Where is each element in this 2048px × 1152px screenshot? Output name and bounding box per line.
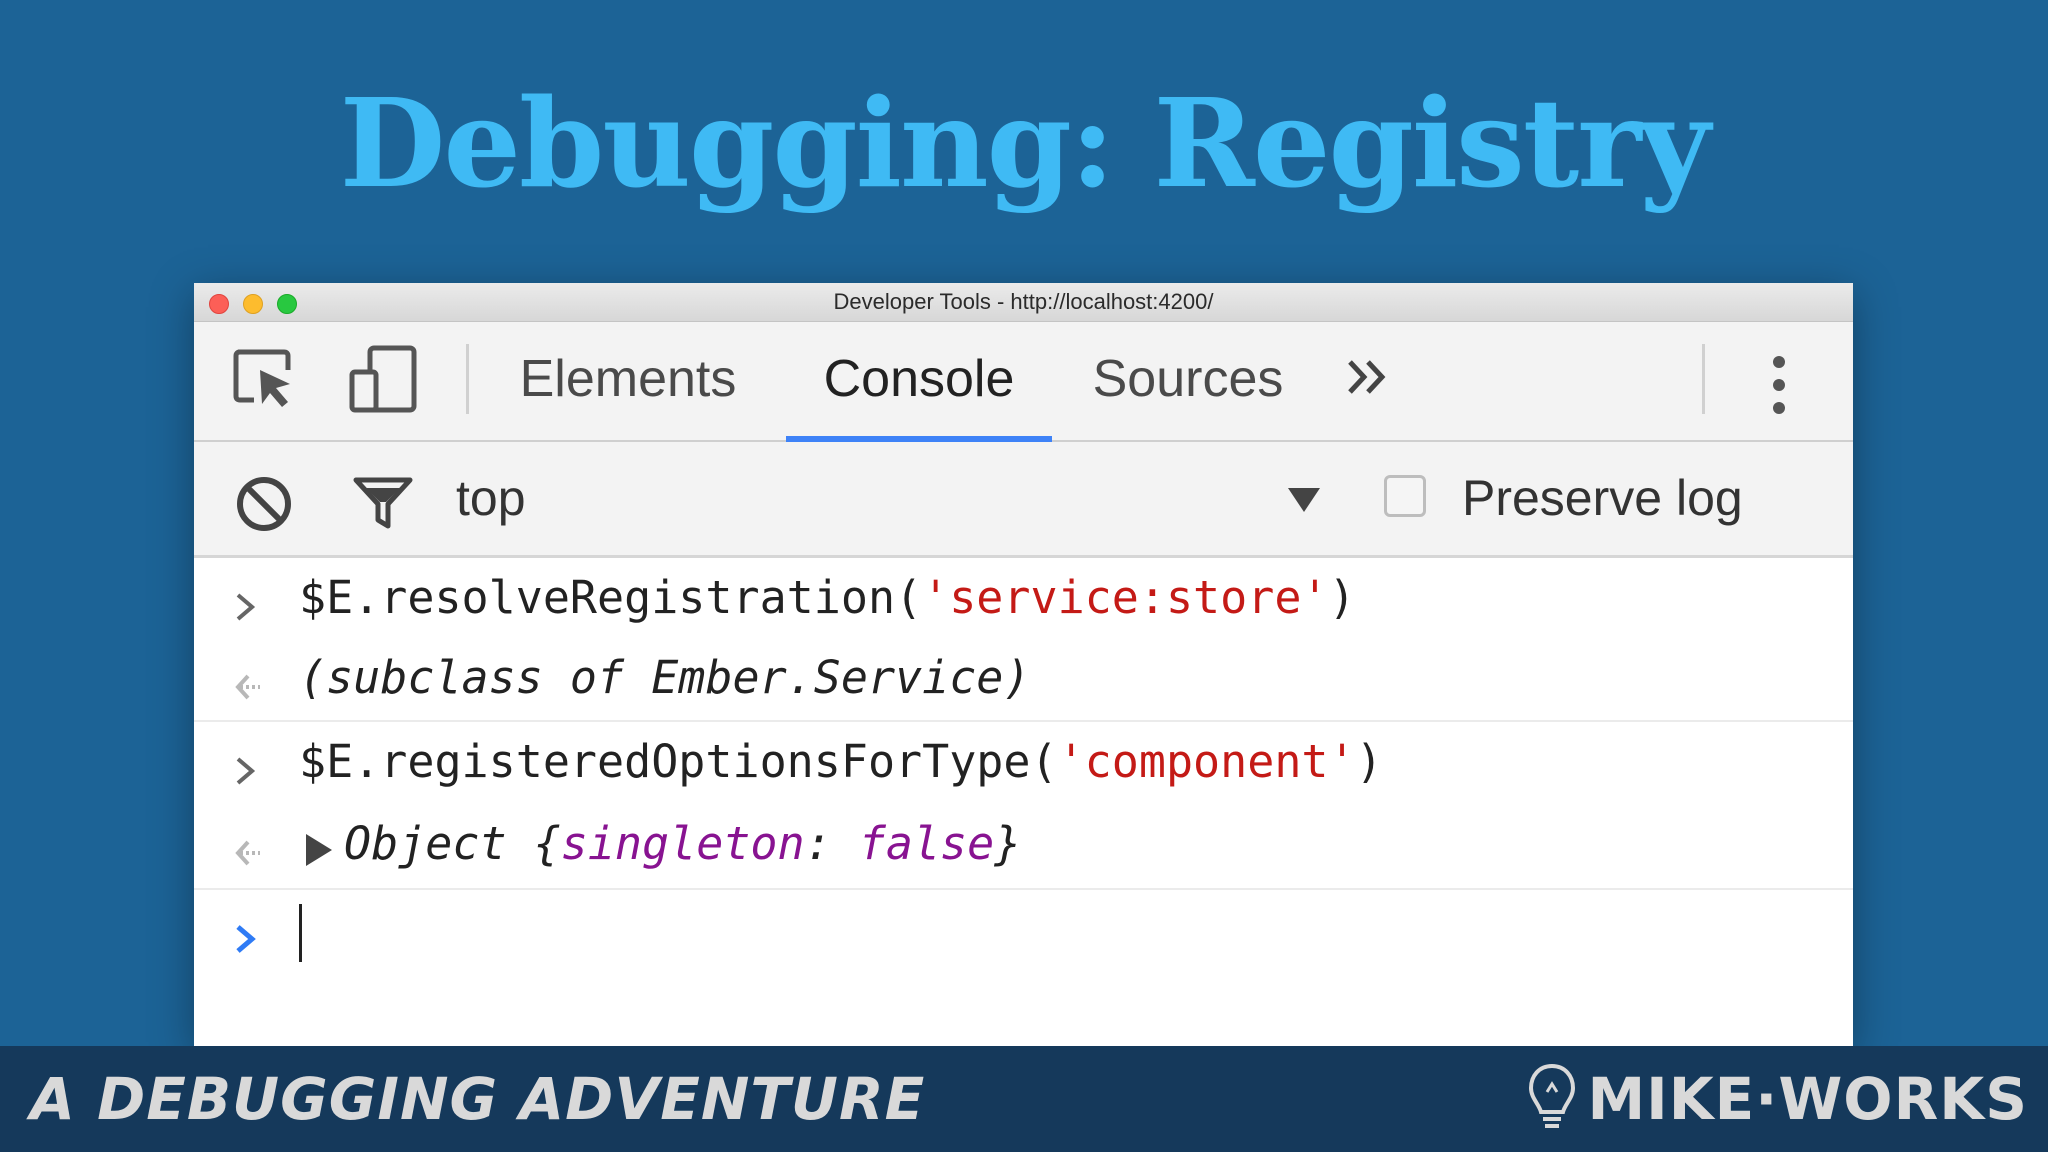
- console-output: $E.resolveRegistration('service:store') …: [194, 558, 1853, 1010]
- clear-console-icon[interactable]: [234, 474, 294, 538]
- device-toolbar-icon[interactable]: [348, 344, 418, 418]
- chevron-right-icon: [232, 914, 262, 967]
- console-output-row: Object {singleton: false}: [194, 804, 1853, 890]
- console-input-row: $E.resolveRegistration('service:store'): [194, 558, 1853, 638]
- console-result: (subclass of Ember.Service): [299, 651, 1031, 704]
- command-argument: 'service:store': [922, 571, 1329, 624]
- console-output-row: (subclass of Ember.Service): [194, 638, 1853, 722]
- preserve-log-label: Preserve log: [1462, 470, 1743, 526]
- object-key: singleton: [560, 817, 805, 870]
- console-object-result[interactable]: Object {singleton: false}: [344, 804, 1021, 884]
- expand-triangle-icon[interactable]: [302, 826, 336, 879]
- kebab-menu-icon[interactable]: [1766, 352, 1792, 422]
- brand-logo: MIKE·WORKS: [1527, 1046, 2028, 1152]
- footer-title: A DEBUGGING ADVENTURE: [30, 1065, 926, 1133]
- devtools-window: Developer Tools - http://localhost:4200/…: [194, 283, 1853, 1046]
- chevron-right-icon: [232, 582, 262, 635]
- console-command: $E.registeredOptionsForType('component'): [299, 722, 1383, 802]
- brand-name: MIKE·WORKS: [1587, 1065, 2028, 1133]
- slide-title: Debugging: Registry: [339, 71, 1711, 215]
- console-toolbar: top Preserve log: [194, 442, 1853, 558]
- console-prompt-row[interactable]: [194, 890, 1853, 1010]
- tab-sources[interactable]: Sources: [1068, 322, 1308, 440]
- toolbar-separator: [466, 344, 469, 414]
- toolbar-separator: [1702, 344, 1705, 414]
- filter-icon[interactable]: [352, 474, 414, 534]
- return-arrow-icon: [232, 828, 266, 881]
- command-function: $E.registeredOptionsForType(: [299, 735, 1058, 788]
- inspect-icon[interactable]: [230, 344, 296, 414]
- lightbulb-icon: [1527, 1062, 1577, 1136]
- command-close: ): [1355, 735, 1383, 788]
- preserve-log-checkbox[interactable]: [1384, 475, 1426, 517]
- object-separator: :: [804, 817, 859, 870]
- context-select[interactable]: top: [456, 442, 526, 555]
- footer-bar: A DEBUGGING ADVENTURE MIKE·WORKS: [0, 1046, 2048, 1152]
- object-value: false: [858, 817, 995, 870]
- chevron-right-icon: [232, 746, 262, 799]
- console-command: $E.resolveRegistration('service:store'): [299, 558, 1356, 638]
- object-prefix: Object {: [344, 817, 561, 870]
- window-titlebar: Developer Tools - http://localhost:4200/: [194, 283, 1853, 322]
- text-cursor: [299, 904, 302, 962]
- object-suffix: }: [994, 817, 1022, 870]
- command-function: $E.resolveRegistration(: [299, 571, 923, 624]
- window-title: Developer Tools - http://localhost:4200/: [833, 289, 1214, 314]
- dropdown-arrow-icon[interactable]: [1286, 486, 1322, 518]
- tab-elements[interactable]: Elements: [508, 322, 748, 440]
- more-tabs-icon[interactable]: [1344, 352, 1394, 406]
- console-input-row: $E.registeredOptionsForType('component'): [194, 722, 1853, 804]
- command-argument: 'component': [1057, 735, 1356, 788]
- command-close: ): [1328, 571, 1356, 624]
- tab-console[interactable]: Console: [786, 322, 1052, 442]
- devtools-tab-bar: Elements Console Sources: [194, 322, 1853, 442]
- return-arrow-icon: [232, 662, 266, 715]
